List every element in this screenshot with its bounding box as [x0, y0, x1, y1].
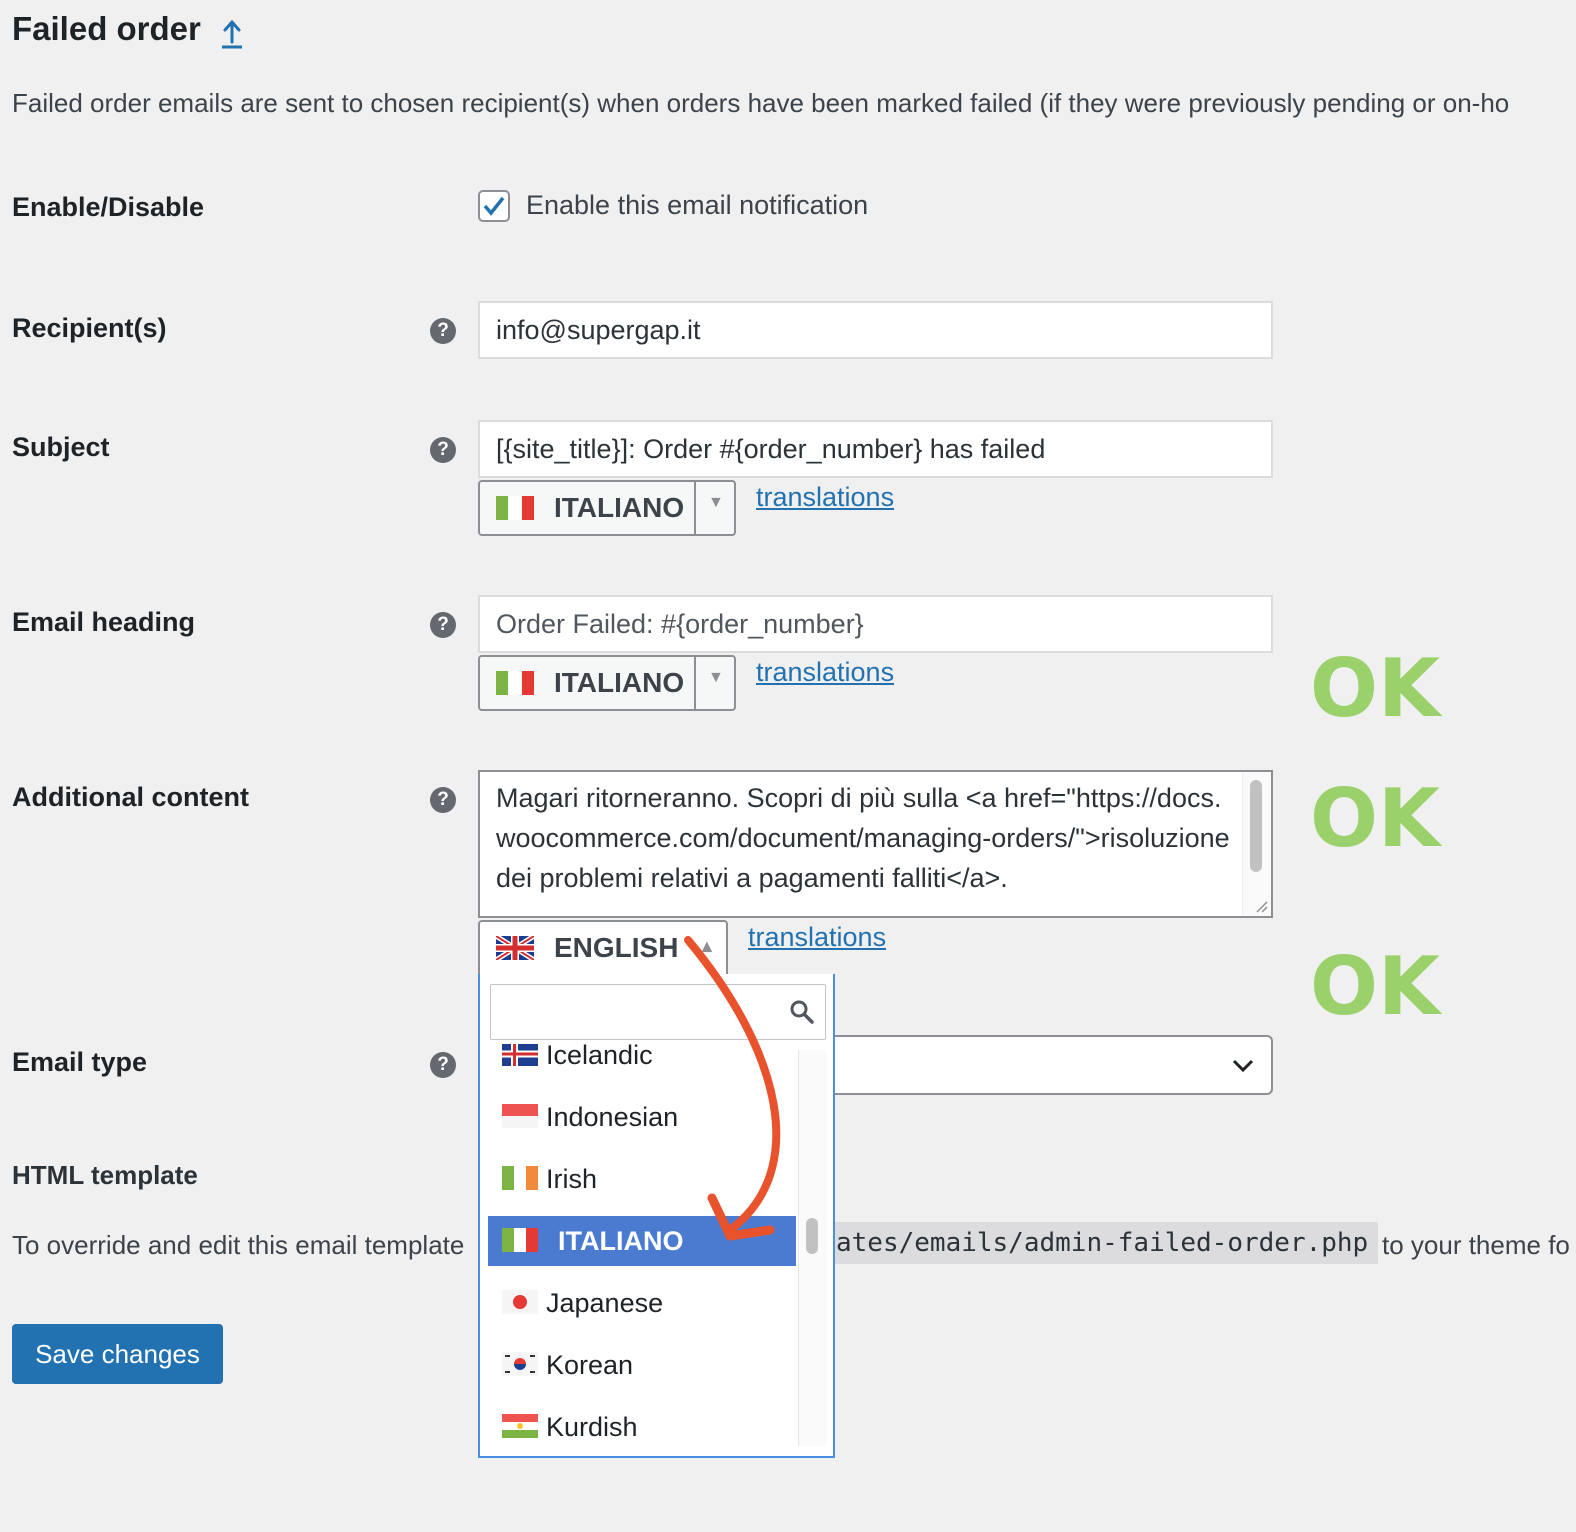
recipient-input[interactable]: info@supergap.it — [478, 301, 1273, 359]
textarea-text: Magari ritorneranno. Scopri di più sulla… — [496, 783, 1230, 893]
japan-flag-icon — [502, 1290, 538, 1314]
ok-annotation: OK — [1310, 772, 1440, 865]
italy-flag-icon — [502, 1228, 538, 1252]
language-label: ITALIANO — [554, 667, 685, 698]
translations-link[interactable]: translations — [756, 657, 894, 688]
email-heading-label: Email heading — [12, 607, 196, 637]
indonesia-flag-icon — [502, 1104, 538, 1128]
page-description: Failed order emails are sent to chosen r… — [12, 88, 1510, 118]
textarea-scrollbar-thumb[interactable] — [1250, 780, 1262, 872]
option-label: Indonesian — [546, 1102, 679, 1132]
help-icon[interactable]: ? — [430, 787, 456, 813]
html-template-label: HTML template — [12, 1160, 198, 1190]
template-path-code: ates/emails/admin-failed-order.php — [830, 1222, 1379, 1264]
page-title: Failed order — [12, 10, 201, 47]
help-icon[interactable]: ? — [430, 612, 456, 638]
checkmark-icon — [483, 196, 505, 216]
ireland-flag-icon — [502, 1166, 538, 1190]
italy-flag-icon — [496, 671, 534, 695]
option-korean[interactable]: Korean — [488, 1340, 796, 1390]
korea-flag-icon — [502, 1352, 538, 1376]
language-label: ITALIANO — [554, 492, 685, 523]
help-icon[interactable]: ? — [430, 1052, 456, 1078]
enable-checkbox-label[interactable]: Enable this email notification — [526, 190, 868, 221]
email-heading-input[interactable]: Order Failed: #{order_number} — [478, 595, 1273, 653]
recipient-label: Recipient(s) — [12, 313, 167, 343]
option-kurdish[interactable]: Kurdish — [488, 1402, 796, 1452]
heading-language-select[interactable]: ITALIANO ▼ — [478, 655, 736, 711]
enable-label: Enable/Disable — [12, 192, 205, 222]
ok-annotation: OK — [1310, 642, 1440, 735]
additional-content-textarea[interactable]: Magari ritorneranno. Scopri di più sulla… — [478, 770, 1273, 918]
iceland-flag-icon — [502, 1044, 538, 1066]
ok-annotation: OK — [1310, 940, 1440, 1033]
arrow-up-icon[interactable] — [220, 18, 244, 50]
subject-input[interactable]: [{site_title}]: Order #{order_number} ha… — [478, 420, 1273, 478]
uk-flag-icon — [496, 936, 534, 960]
help-icon[interactable]: ? — [430, 437, 456, 463]
italy-flag-icon — [496, 496, 534, 520]
override-text-tail: to your theme fo — [1382, 1230, 1570, 1260]
chevron-down-icon: ▼ — [694, 482, 734, 534]
kurdistan-flag-icon — [502, 1414, 538, 1438]
subject-language-select[interactable]: ITALIANO ▼ — [478, 480, 736, 536]
help-icon[interactable]: ? — [430, 318, 456, 344]
resize-handle-icon[interactable] — [1255, 900, 1269, 914]
chevron-down-icon: ▼ — [694, 657, 734, 709]
save-changes-button[interactable]: Save changes — [12, 1324, 223, 1384]
chevron-down-icon — [1232, 1059, 1254, 1073]
option-label: Icelandic — [546, 1044, 653, 1070]
email-type-label: Email type — [12, 1047, 148, 1077]
subject-label: Subject — [12, 432, 110, 462]
option-japanese[interactable]: Japanese — [488, 1278, 796, 1328]
option-label: Irish — [546, 1164, 598, 1194]
annotation-arrow-icon — [684, 936, 781, 1241]
option-label: Japanese — [546, 1288, 664, 1318]
option-label: Korean — [546, 1350, 634, 1380]
override-text: To override and edit this email template — [12, 1230, 465, 1260]
translations-link[interactable]: translations — [756, 482, 894, 513]
option-label: Kurdish — [546, 1412, 638, 1442]
enable-checkbox[interactable] — [478, 190, 510, 222]
additional-content-label: Additional content — [12, 782, 249, 812]
